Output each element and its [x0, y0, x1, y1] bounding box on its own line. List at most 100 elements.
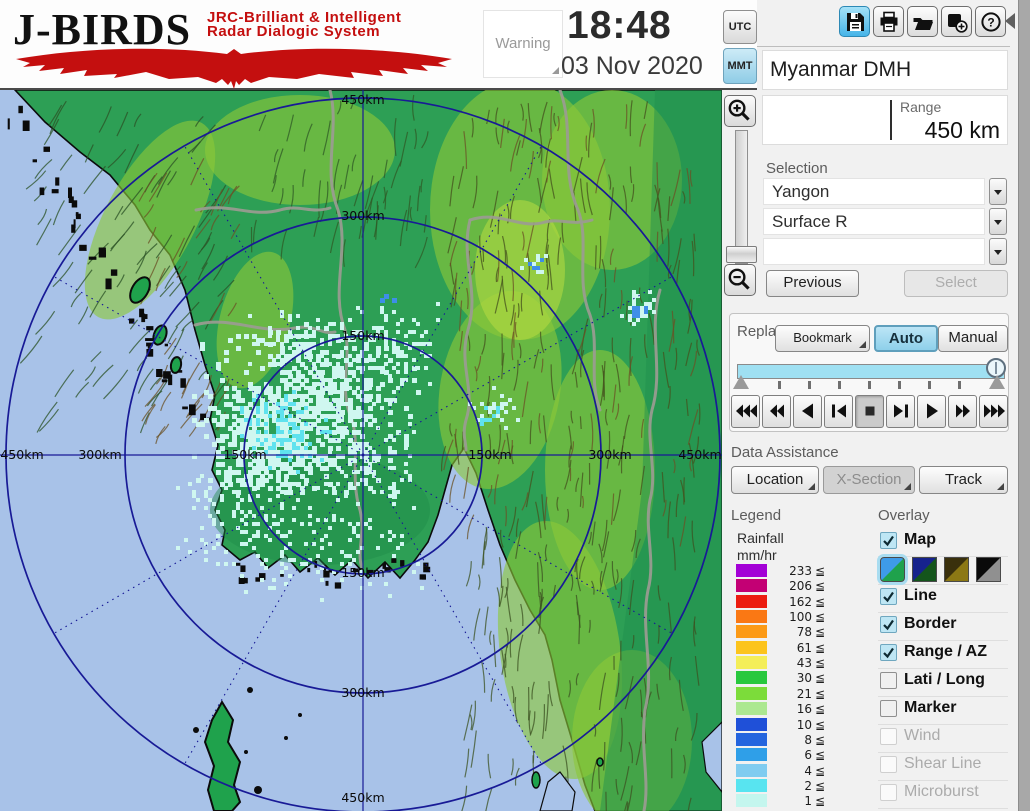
collapse-panel-arrow-icon[interactable] [1005, 13, 1015, 29]
selection-field-2[interactable]: Surface R [763, 208, 985, 235]
export-image-button[interactable] [941, 6, 972, 37]
stop-button[interactable] [855, 395, 884, 428]
overlay-item-label: Wind [904, 727, 941, 744]
step-left-button[interactable] [824, 395, 853, 428]
overlay-row-line: Line [878, 584, 1008, 613]
microburst-checkbox [880, 784, 897, 801]
legend-value: 21 [796, 686, 812, 701]
manual-button[interactable]: Manual [938, 325, 1008, 352]
overlay-item-label: Lati / Long [904, 671, 985, 688]
legend-swatch [736, 610, 767, 624]
location-button[interactable]: Location [731, 466, 819, 494]
legend-value: 8 [804, 732, 812, 747]
legend-swatch [736, 671, 767, 685]
step-left-icon [832, 404, 846, 418]
marker-checkbox[interactable] [880, 700, 897, 717]
legend-comparator: ≦ [815, 579, 826, 594]
legend-comparator: ≦ [815, 778, 826, 793]
map-checkbox[interactable] [880, 532, 897, 549]
chevron-down-icon [994, 190, 1002, 195]
zoom-slider-thumb[interactable] [726, 246, 757, 263]
save-button[interactable] [839, 6, 870, 37]
range-ring-label: 450km [0, 447, 43, 462]
forward-3-icon [984, 404, 1005, 418]
legend-swatch [736, 702, 767, 716]
slider-tick [808, 381, 811, 389]
slider-tick [898, 381, 901, 389]
forward-2-icon [956, 404, 970, 418]
play-left-button[interactable] [793, 395, 822, 428]
map-style-swatch-1[interactable] [880, 557, 905, 582]
legend-value: 43 [796, 656, 812, 671]
legend-value: 162 [789, 594, 812, 609]
selection-dropdown-button-1[interactable] [989, 178, 1007, 205]
export-image-icon [948, 14, 968, 33]
range-az-checkbox[interactable] [880, 644, 897, 661]
selection-label: Selection [766, 160, 828, 177]
radar-map[interactable]: 450km 300km 150km 150km 300km 450km 450km 300km… [0, 90, 722, 811]
legend-value: 78 [796, 625, 812, 640]
legend-comparator: ≦ [815, 748, 826, 763]
help-icon: ? [981, 12, 1001, 32]
overlay-item-label: Marker [904, 699, 957, 716]
map-style-swatch-4[interactable] [976, 557, 1001, 582]
bookmark-button[interactable]: Bookmark [775, 325, 870, 352]
print-button[interactable] [873, 6, 904, 37]
map-style-swatch-3[interactable] [944, 557, 969, 582]
legend-swatch [736, 717, 767, 731]
auto-button[interactable]: Auto [874, 325, 938, 352]
legend-comparator: ≦ [815, 763, 826, 778]
step-right-button[interactable] [886, 395, 915, 428]
help-button[interactable]: ? [975, 6, 1006, 37]
legend-label: Legend [731, 507, 782, 524]
legend-value: 206 [789, 579, 812, 594]
overlay-row-marker: Marker [878, 696, 1008, 725]
legend-comparator: ≦ [815, 656, 826, 671]
play-right-button[interactable] [917, 395, 946, 428]
legend-swatch [736, 594, 767, 608]
play-left-icon [802, 403, 813, 419]
overlay-row-lati-long: Lati / Long [878, 668, 1008, 697]
legend-comparator: ≦ [815, 625, 826, 640]
zoom-slider-track[interactable] [735, 130, 748, 264]
selection-field-1[interactable]: Yangon [763, 178, 985, 205]
legend-value: 61 [796, 640, 812, 655]
select-button[interactable]: Select [904, 270, 1008, 297]
border-checkbox[interactable] [880, 616, 897, 633]
legend-unit-line2: mm/hr [737, 547, 777, 563]
track-button[interactable]: Track [919, 466, 1008, 494]
timezone-button-utc[interactable]: UTC [723, 10, 757, 44]
overlay-row-microburst: Microburst [878, 780, 1008, 809]
legend-comparator: ≦ [815, 686, 826, 701]
slider-start-marker[interactable] [733, 375, 749, 389]
station-name: Myanmar DMH [770, 58, 912, 81]
previous-button[interactable]: Previous [766, 270, 859, 297]
selection-field-3[interactable] [763, 238, 985, 265]
legend-unit: Rainfall mm/hr [737, 530, 784, 564]
rewind-2-button[interactable] [762, 395, 791, 428]
warning-button[interactable]: Warning [483, 10, 563, 78]
zoom-out-button[interactable] [724, 264, 756, 296]
slider-end-marker[interactable] [989, 375, 1005, 389]
forward-2-button[interactable] [948, 395, 977, 428]
lati-long-checkbox[interactable] [880, 672, 897, 689]
map-style-swatch-2[interactable] [912, 557, 937, 582]
legend-swatch [736, 763, 767, 777]
logo-subtitle-line2: Radar Dialogic System [207, 23, 381, 40]
replay-slider-track[interactable] [737, 364, 1005, 379]
overlay-row-range-az: Range / AZ [878, 640, 1008, 669]
timezone-button-mmt[interactable]: MMT [723, 48, 757, 84]
line-checkbox[interactable] [880, 588, 897, 605]
selection-dropdown-button-2[interactable] [989, 208, 1007, 235]
legend-comparator: ≦ [815, 717, 826, 732]
legend-comparator: ≦ [815, 564, 826, 578]
legend-swatch [736, 794, 767, 808]
open-folder-button[interactable] [907, 6, 938, 37]
rewind-3-button[interactable] [731, 395, 760, 428]
overlay-item-label: Shear Line [904, 755, 982, 772]
forward-3-button[interactable] [979, 395, 1008, 428]
selection-dropdown-button-3[interactable] [989, 238, 1007, 265]
map-style-row [878, 556, 1008, 585]
range-ring-label: 450km [678, 447, 721, 462]
x-section-button[interactable]: X-Section [823, 466, 915, 494]
